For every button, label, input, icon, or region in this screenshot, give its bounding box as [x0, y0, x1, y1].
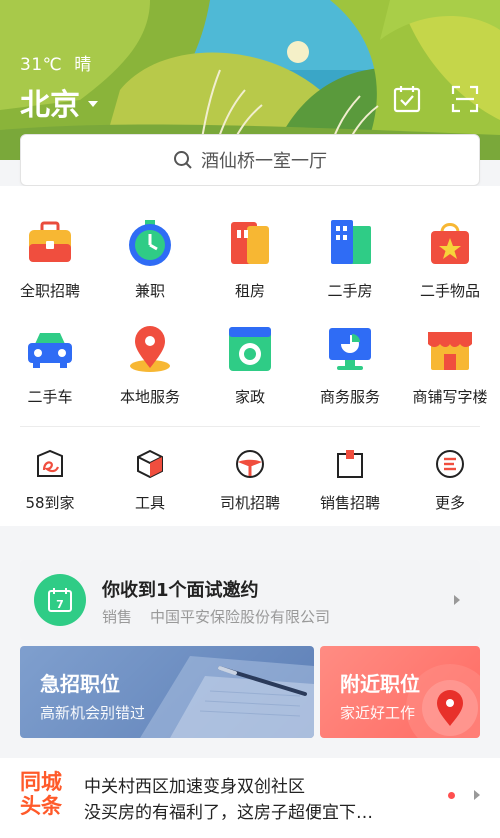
logo-line-2: 头条: [20, 794, 62, 818]
clipboard-icon: [337, 450, 363, 478]
search-icon: [174, 151, 192, 169]
category-label: 二手车: [27, 388, 73, 406]
nearby-jobs-title: 附近职位: [340, 672, 420, 696]
category-58-home[interactable]: 58到家: [0, 448, 100, 513]
category-label: 本地服务: [119, 388, 180, 406]
headline-2[interactable]: 没买房的有福利了，这房子超便宜下…: [84, 798, 373, 823]
weather-condition: 晴: [74, 55, 92, 75]
category-label: 二手房: [327, 282, 373, 300]
car-icon: [28, 333, 72, 368]
calendar-check-icon[interactable]: [392, 84, 422, 114]
category-panel: 全职招聘 兼职 租房 二手房 二手物品 二手车 本地服务 家政 商务服务 商铺写…: [0, 186, 500, 526]
briefcase-icon: [29, 221, 71, 262]
category-shops-offices[interactable]: 商铺写字楼: [400, 324, 500, 407]
monitor-chart-icon: [329, 328, 371, 370]
category-label: 租房: [234, 282, 265, 300]
nearby-jobs-card[interactable]: 附近职位 家近好工作: [320, 646, 480, 738]
category-label: 全职招聘: [19, 282, 80, 300]
calendar-icon: 7: [48, 588, 72, 612]
interview-details: 销售 中国平安保险股份有限公司: [102, 606, 330, 627]
category-tools[interactable]: 工具: [100, 448, 200, 513]
scan-icon[interactable]: [450, 84, 480, 114]
carousel-indicator: [448, 792, 455, 799]
search-placeholder: 酒仙桥一室一厅: [201, 151, 327, 172]
interview-invitation-card[interactable]: 7 你收到1个面试邀约 销售 中国平安保险股份有限公司: [20, 560, 480, 640]
category-row-1: 全职招聘 兼职 租房 二手房 二手物品: [0, 218, 500, 301]
urgent-jobs-card[interactable]: 急招职位 高新机会别错过: [20, 646, 314, 738]
carousel-dot-active: [448, 792, 455, 799]
menu-circle-icon: [436, 450, 464, 478]
category-label: 工具: [134, 494, 165, 512]
city-selector[interactable]: 北京: [20, 80, 98, 124]
nearby-jobs-subtitle: 家近好工作: [340, 704, 416, 722]
category-label: 司机招聘: [219, 494, 280, 512]
storefront-icon: [428, 332, 472, 370]
temperature: 31℃: [20, 55, 63, 75]
logo-line-1: 同城: [20, 770, 62, 794]
urgent-jobs-title: 急招职位: [40, 672, 120, 696]
category-label: 58到家: [25, 494, 75, 512]
weather-info: 31℃ 晴: [20, 50, 104, 75]
building-icon: [331, 220, 371, 264]
category-more[interactable]: 更多: [400, 448, 500, 513]
interview-title: 你收到1个面试邀约: [102, 580, 259, 601]
chevron-right-icon: [474, 790, 480, 800]
category-business-services[interactable]: 商务服务: [300, 324, 400, 407]
location-pin-icon: [130, 326, 170, 372]
category-label: 家政: [234, 388, 265, 406]
category-rent[interactable]: 租房: [200, 218, 300, 301]
category-second-hand-goods[interactable]: 二手物品: [400, 218, 500, 301]
door-icon: [231, 222, 269, 264]
calendar-badge: 7: [34, 574, 86, 626]
shopping-bag-icon: [431, 223, 469, 264]
category-label: 兼职: [134, 282, 165, 300]
cube-icon: [137, 449, 163, 479]
category-sales-jobs[interactable]: 销售招聘: [300, 448, 400, 513]
headline-1[interactable]: 中关村西区加速变身双创社区: [84, 772, 305, 797]
category-row-2: 二手车 本地服务 家政 商务服务 商铺写字楼: [0, 324, 500, 407]
category-fulltime-jobs[interactable]: 全职招聘: [0, 218, 100, 301]
category-second-hand-house[interactable]: 二手房: [300, 218, 400, 301]
category-label: 商务服务: [319, 388, 380, 406]
calendar-day: 7: [56, 598, 64, 611]
section-divider: [20, 426, 480, 427]
category-used-cars[interactable]: 二手车: [0, 324, 100, 407]
washing-machine-icon: [229, 327, 271, 371]
headlines-logo: 同城 头条: [20, 770, 72, 818]
steering-wheel-icon: [236, 450, 264, 478]
caret-down-icon: [88, 101, 98, 107]
category-label: 销售招聘: [319, 494, 380, 512]
swan-icon: [37, 449, 63, 477]
category-housekeeping[interactable]: 家政: [200, 324, 300, 407]
interview-position: 销售: [102, 608, 133, 626]
interview-company: 中国平安保险股份有限公司: [150, 608, 331, 626]
stopwatch-icon: [129, 220, 171, 266]
category-driver-jobs[interactable]: 司机招聘: [200, 448, 300, 513]
category-local-services[interactable]: 本地服务: [100, 324, 200, 407]
category-label: 商铺写字楼: [412, 388, 488, 406]
category-row-3: 58到家 工具 司机招聘 销售招聘 更多: [0, 448, 500, 513]
city-name: 北京: [20, 88, 80, 123]
city-headlines[interactable]: 同城 头条 中关村西区加速变身双创社区 没买房的有福利了，这房子超便宜下…: [0, 758, 500, 838]
urgent-jobs-subtitle: 高新机会别错过: [40, 704, 146, 722]
chevron-right-icon: [454, 595, 460, 605]
category-label: 更多: [434, 494, 465, 512]
category-part-time[interactable]: 兼职: [100, 218, 200, 301]
search-bar[interactable]: 酒仙桥一室一厅: [20, 134, 480, 186]
category-label: 二手物品: [419, 282, 480, 300]
